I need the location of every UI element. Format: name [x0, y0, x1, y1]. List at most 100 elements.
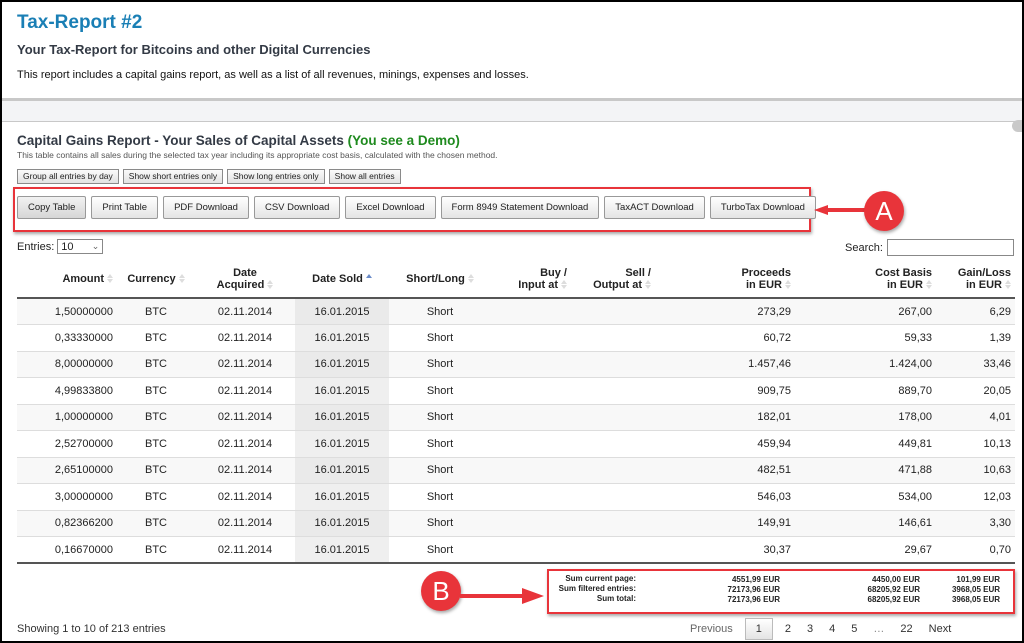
section-divider	[2, 98, 1022, 122]
arrow-left-icon	[814, 205, 866, 215]
csv-download-button[interactable]: CSV Download	[253, 196, 341, 219]
column-header-cost-basis[interactable]: Cost Basis in EUR	[795, 260, 936, 299]
cell-gain-loss: 12,03	[936, 483, 1015, 511]
column-header-date-sold[interactable]: Date Sold	[295, 260, 389, 299]
pagination-next[interactable]: Next	[921, 619, 960, 639]
taxact-download-button[interactable]: TaxACT Download	[604, 196, 705, 219]
sort-icon	[645, 280, 651, 290]
cell-proceeds: 546,03	[655, 483, 795, 511]
excel-download-button[interactable]: Excel Download	[345, 196, 436, 219]
cell-cost-basis: 449,81	[795, 430, 936, 458]
column-header-currency[interactable]: Currency	[117, 260, 195, 299]
sort-ascending-icon	[365, 274, 372, 283]
cell-gain-loss: 10,63	[936, 457, 1015, 484]
cell-short-long: Short	[389, 430, 491, 458]
form-8949-download-button[interactable]: Form 8949 Statement Download	[440, 196, 600, 219]
cell-date-sold: 16.01.2015	[295, 510, 389, 537]
cell-currency: BTC	[117, 351, 195, 378]
search-label: Search:	[845, 241, 883, 254]
cell-cost-basis: 1.424,00	[795, 351, 936, 378]
pagination-page[interactable]: 5	[843, 619, 865, 639]
search-input[interactable]	[886, 239, 1014, 256]
pagination-page[interactable]: 4	[821, 619, 843, 639]
sort-icon	[561, 280, 567, 290]
column-header-sell-output[interactable]: Sell / Output at	[571, 260, 655, 299]
column-header-short-long[interactable]: Short/Long	[389, 260, 491, 299]
column-header-amount[interactable]: Amount	[17, 260, 117, 299]
column-header-proceeds[interactable]: Proceeds in EUR	[655, 260, 795, 299]
table-body: 1,50000000 BTC 02.11.2014 16.01.2015 Short 27…	[17, 298, 1015, 564]
table-row: 1,00000000 BTC 02.11.2014 16.01.2015 Short 18…	[17, 404, 1015, 431]
cell-amount: 2,65100000	[17, 457, 117, 484]
sum-value: 3968,05 EUR	[951, 585, 1000, 594]
sum-value: 72173,96 EUR	[727, 595, 780, 604]
pagination-page[interactable]: 3	[799, 619, 821, 639]
cell-cost-basis: 889,70	[795, 377, 936, 405]
cell-proceeds: 273,29	[655, 298, 795, 325]
cell-proceeds: 182,01	[655, 404, 795, 431]
sum-proceeds: 4551,99 EUR 72173,96 EUR 72173,96 EUR	[690, 575, 780, 605]
cell-currency: BTC	[117, 404, 195, 431]
cell-date-acquired: 02.11.2014	[195, 536, 295, 564]
cell-buy-input	[491, 430, 571, 458]
section-title: Capital Gains Report - Your Sales of Cap…	[17, 133, 460, 148]
cell-currency: BTC	[117, 483, 195, 511]
capital-gains-table: Amount Currency Date Acquired Date Sold S…	[17, 260, 1015, 564]
cell-short-long: Short	[389, 536, 491, 564]
sort-icon	[785, 280, 791, 290]
cell-cost-basis: 471,88	[795, 457, 936, 484]
cell-proceeds: 459,94	[655, 430, 795, 458]
cell-proceeds: 60,72	[655, 324, 795, 352]
arrow-right-icon	[460, 588, 544, 604]
table-row: 0,16670000 BTC 02.11.2014 16.01.2015 Short 30…	[17, 536, 1015, 564]
cell-amount: 3,00000000	[17, 483, 117, 511]
table-row: 3,00000000 BTC 02.11.2014 16.01.2015 Short 54…	[17, 483, 1015, 511]
cell-buy-input	[491, 298, 571, 325]
cell-date-sold: 16.01.2015	[295, 404, 389, 431]
pdf-download-button[interactable]: PDF Download	[163, 196, 249, 219]
print-table-button[interactable]: Print Table	[91, 196, 159, 219]
page-title: Tax-Report #2	[17, 12, 143, 33]
table-row: 1,50000000 BTC 02.11.2014 16.01.2015 Short 27…	[17, 298, 1015, 325]
help-icon[interactable]	[1012, 120, 1022, 132]
pagination-previous[interactable]: Previous	[682, 619, 741, 639]
cell-currency: BTC	[117, 510, 195, 537]
sum-label: Sum total:	[596, 594, 636, 603]
sum-value: 3968,05 EUR	[951, 595, 1000, 604]
table-row: 2,52700000 BTC 02.11.2014 16.01.2015 Short 45…	[17, 430, 1015, 458]
cell-currency: BTC	[117, 430, 195, 458]
sum-value: 68205,92 EUR	[867, 585, 920, 594]
cell-short-long: Short	[389, 324, 491, 352]
cell-short-long: Short	[389, 351, 491, 378]
cell-cost-basis: 534,00	[795, 483, 936, 511]
cell-currency: BTC	[117, 536, 195, 564]
pagination: Previous 1 2 3 4 5 … 22 Next	[682, 618, 959, 640]
column-header-date-acquired[interactable]: Date Acquired	[195, 260, 295, 299]
cell-currency: BTC	[117, 324, 195, 352]
cell-currency: BTC	[117, 298, 195, 325]
cell-gain-loss: 4,01	[936, 404, 1015, 431]
chevron-down-icon: ⌄	[91, 241, 100, 251]
pagination-page-last[interactable]: 22	[892, 619, 920, 639]
cell-amount: 2,52700000	[17, 430, 117, 458]
show-all-button[interactable]: Show all entries	[328, 169, 401, 184]
cell-buy-input	[491, 324, 571, 352]
sum-value: 4551,99 EUR	[731, 575, 780, 584]
turbotax-download-button[interactable]: TurboTax Download	[709, 196, 816, 219]
sort-icon	[467, 274, 474, 284]
pagination-page[interactable]: 2	[777, 619, 799, 639]
column-header-buy-input[interactable]: Buy / Input at	[491, 260, 571, 299]
show-short-button[interactable]: Show short entries only	[122, 169, 224, 184]
cell-amount: 0,82366200	[17, 510, 117, 537]
cell-date-sold: 16.01.2015	[295, 536, 389, 564]
search-control: Search:	[845, 239, 1014, 256]
pagination-page-current[interactable]: 1	[744, 618, 773, 640]
entries-select[interactable]: 10 ⌄	[57, 239, 104, 254]
copy-table-button[interactable]: Copy Table	[17, 196, 87, 219]
cell-sell-output	[571, 377, 655, 405]
sum-value: 101,99 EUR	[956, 575, 1000, 584]
column-header-gain-loss[interactable]: Gain/Loss in EUR	[936, 260, 1015, 299]
cell-sell-output	[571, 430, 655, 458]
show-long-button[interactable]: Show long entries only	[227, 169, 325, 184]
group-by-day-button[interactable]: Group all entries by day	[17, 169, 119, 184]
